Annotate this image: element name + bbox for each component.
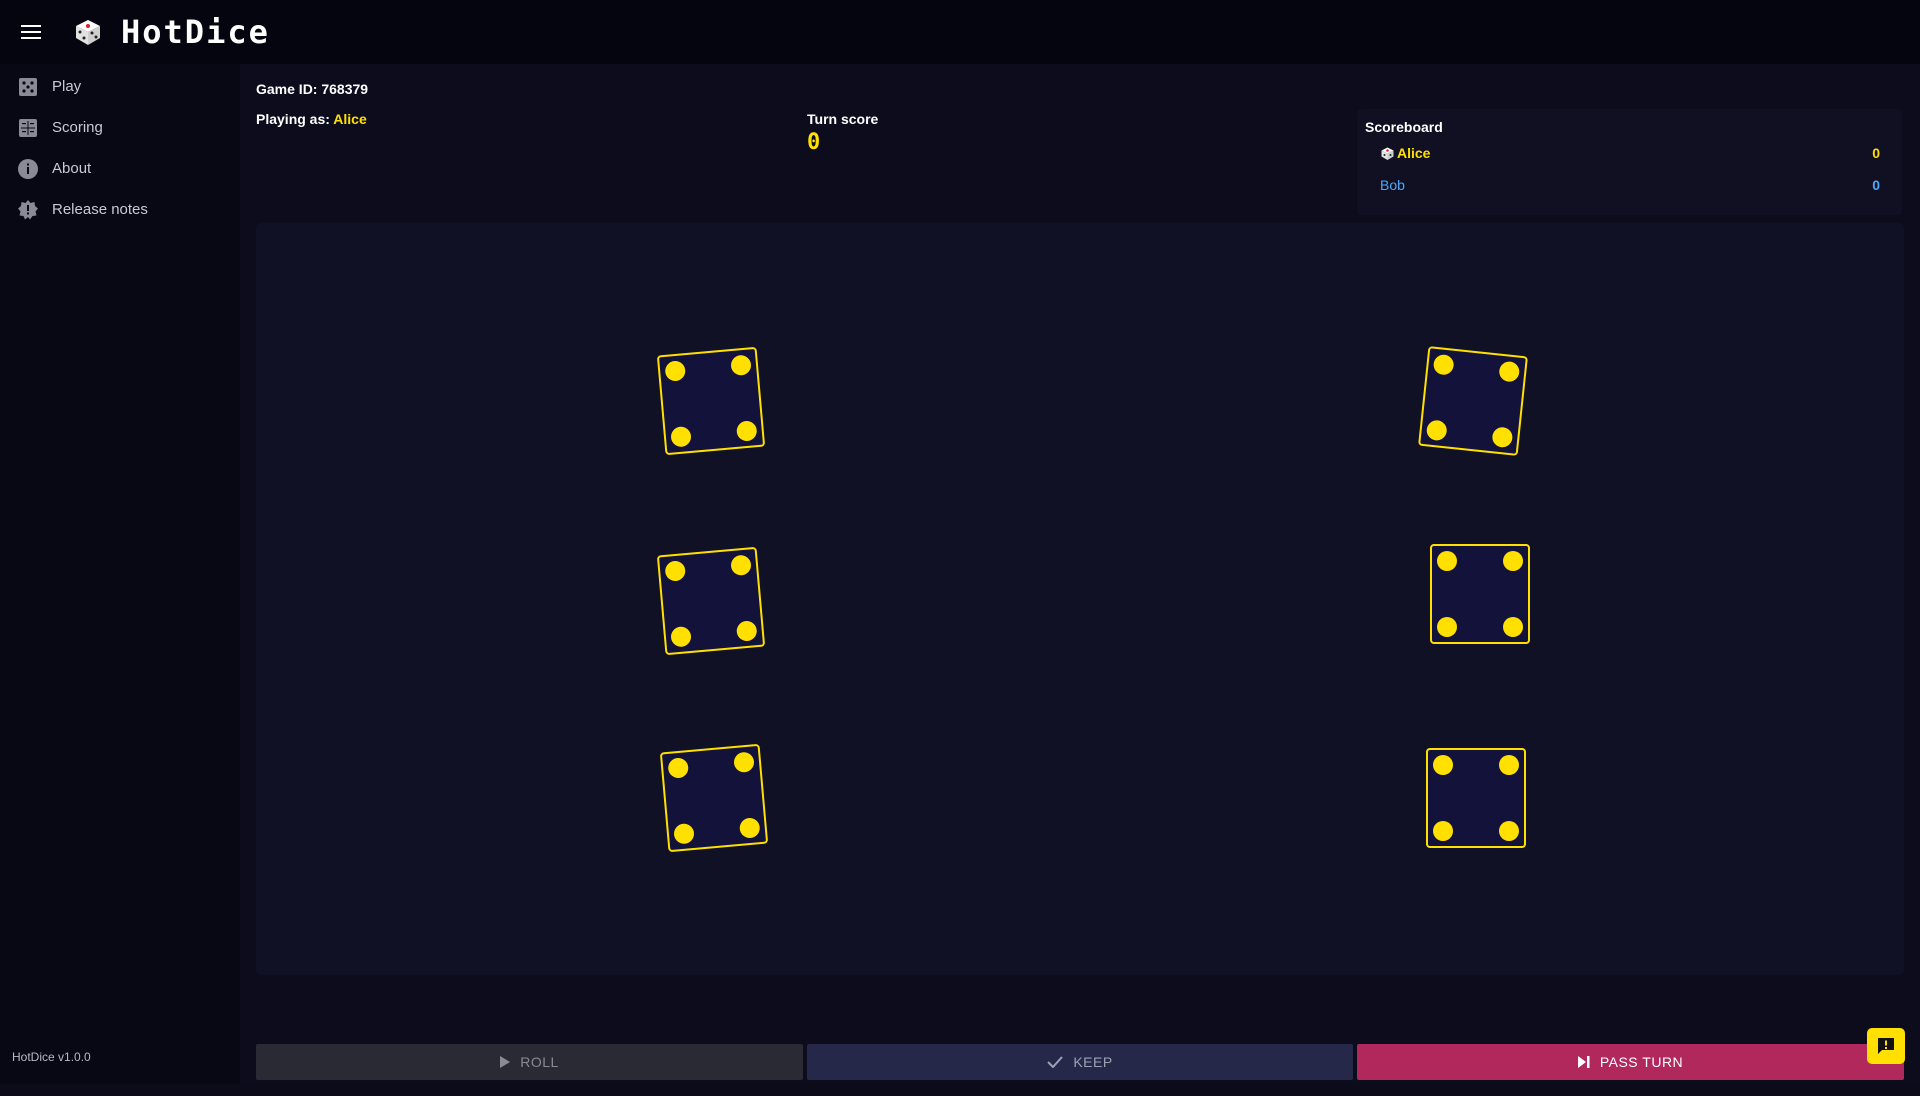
keep-button[interactable]: KEEP	[807, 1044, 1353, 1080]
die-pip	[1499, 821, 1519, 841]
logo-dice-icon	[76, 20, 100, 45]
skip-next-icon	[1577, 1056, 1590, 1068]
sidebar-item-release-notes[interactable]: Release notes	[0, 189, 240, 230]
menu-icon[interactable]	[21, 17, 51, 47]
app-bar: HotDice	[0, 0, 1920, 64]
die-pip	[1433, 821, 1453, 841]
app-title: HotDice	[121, 13, 270, 51]
playing-as-label: Playing as:	[256, 111, 334, 127]
dice-icon	[18, 77, 38, 97]
scoreboard-row-bob: Bob 0	[1380, 175, 1880, 195]
check-icon	[1047, 1056, 1064, 1068]
keep-button-label: KEEP	[1073, 1054, 1113, 1070]
die-pip	[1499, 755, 1519, 775]
sidebar: Play Scoring About Release notes HotDice…	[0, 64, 240, 1084]
feedback-icon	[1878, 1038, 1894, 1054]
die-3[interactable]	[660, 744, 768, 852]
pass-turn-button-label: PASS TURN	[1599, 1054, 1684, 1070]
sidebar-item-about[interactable]: About	[0, 148, 240, 189]
pass-turn-button[interactable]: PASS TURN	[1357, 1044, 1904, 1080]
playing-as: Playing as: Alice	[256, 111, 367, 127]
player-score: 0	[1872, 145, 1880, 161]
player-name: Bob	[1380, 177, 1405, 193]
die-5[interactable]	[1430, 544, 1530, 644]
sidebar-item-label: Release notes	[52, 201, 148, 218]
die-pip	[1433, 755, 1453, 775]
dice-board	[256, 223, 1904, 975]
current-player-name: Alice	[333, 111, 367, 127]
feedback-button[interactable]	[1867, 1028, 1905, 1064]
die-pip	[1503, 617, 1523, 637]
sidebar-item-label: Scoring	[52, 119, 103, 136]
scoreboard: Scoreboard Alice 0 Bob 0	[1357, 109, 1902, 215]
game-id: Game ID: 768379	[256, 81, 369, 97]
sidebar-item-scoring[interactable]: Scoring	[0, 107, 240, 148]
die-pip	[1437, 551, 1457, 571]
app-version: HotDice v1.0.0	[12, 1050, 91, 1064]
die-pip	[1503, 551, 1523, 571]
sidebar-item-label: Play	[52, 78, 82, 95]
roll-button[interactable]: ROLL	[256, 1044, 803, 1080]
player-score: 0	[1872, 177, 1880, 193]
main-content: Game ID: 768379 Playing as: Alice Turn s…	[240, 64, 1920, 1084]
roll-button-label: ROLL	[520, 1054, 559, 1070]
die-4[interactable]	[1418, 346, 1528, 456]
scoreboard-title: Scoreboard	[1365, 119, 1443, 135]
info-icon	[18, 158, 38, 179]
active-player-dice-icon	[1381, 147, 1394, 160]
sidebar-item-play[interactable]: Play	[0, 66, 240, 107]
player-name: Alice	[1397, 145, 1431, 161]
scoreboard-row-alice: Alice 0	[1380, 143, 1880, 163]
turn-score-label: Turn score	[807, 111, 879, 127]
dice-area	[657, 346, 1530, 852]
release-notes-icon	[18, 199, 38, 220]
scoring-icon	[18, 118, 38, 138]
die-2[interactable]	[657, 547, 765, 655]
play-icon	[500, 1056, 511, 1068]
die-1[interactable]	[657, 347, 765, 455]
die-6[interactable]	[1426, 748, 1526, 848]
sidebar-item-label: About	[52, 160, 92, 177]
turn-score-value: 0	[807, 130, 821, 155]
die-pip	[1437, 617, 1457, 637]
